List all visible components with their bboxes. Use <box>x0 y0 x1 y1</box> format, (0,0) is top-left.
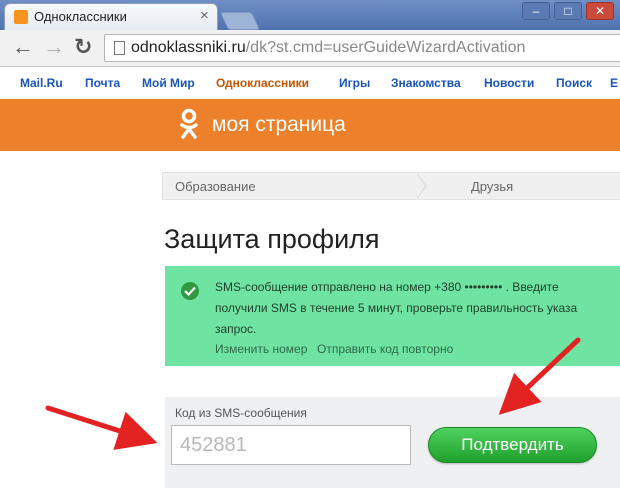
back-arrow-icon[interactable]: ← <box>12 36 34 58</box>
breadcrumb-step-friends[interactable]: Друзья <box>471 179 513 194</box>
sms-code-label: Код из SMS-сообщения <box>175 406 307 420</box>
portal-link-poisk[interactable]: Поиск <box>556 76 592 90</box>
sms-code-input[interactable] <box>171 425 411 465</box>
minimize-button[interactable]: – <box>522 2 550 20</box>
notice-text-line-1: SMS-сообщение отправлено на номер +380 •… <box>215 280 559 294</box>
url-path: /dk?st.cmd=userGuideWizardActivation <box>245 39 526 56</box>
browser-tab[interactable]: Одноклассники × <box>4 3 218 30</box>
page-icon <box>114 41 125 55</box>
close-window-button[interactable]: ✕ <box>586 2 614 20</box>
url-domain: odnoklassniki.ru <box>131 39 246 56</box>
portal-link-mailru[interactable]: Mail.Ru <box>20 76 63 90</box>
notice-text-line-3: запрос. <box>215 322 257 336</box>
forward-arrow-icon[interactable]: → <box>43 36 65 58</box>
sms-sent-notice: SMS-сообщение отправлено на номер +380 •… <box>165 266 620 366</box>
window-controls: – □ ✕ <box>522 2 614 20</box>
page-title: Защита профиля <box>164 224 380 254</box>
url-text[interactable]: odnoklassniki.ru/dk?st.cmd=userGuideWiza… <box>131 39 525 57</box>
portal-link-more[interactable]: Е <box>610 76 618 90</box>
portal-link-pochta[interactable]: Почта <box>85 76 120 90</box>
sms-code-form: Код из SMS-сообщения Подтвердить <box>165 397 620 488</box>
browser-toolbar: ← → ↻ odnoklassniki.ru/dk?st.cmd=userGui… <box>0 30 620 67</box>
tab-title: Одноклассники <box>34 9 127 24</box>
arrow-to-code-input <box>45 405 158 450</box>
portal-link-moy-mir[interactable]: Мой Мир <box>142 76 195 90</box>
address-bar[interactable]: odnoklassniki.ru/dk?st.cmd=userGuideWiza… <box>104 34 620 62</box>
change-number-link[interactable]: Изменить номер <box>215 342 307 356</box>
odnoklassniki-favicon-icon <box>14 10 28 24</box>
portal-navigation: Mail.Ru Почта Мой Мир Одноклассники Игры… <box>0 67 620 100</box>
portal-link-novosti[interactable]: Новости <box>484 76 534 90</box>
portal-link-igry[interactable]: Игры <box>339 76 370 90</box>
confirm-button[interactable]: Подтвердить <box>428 427 597 463</box>
portal-link-odnoklassniki[interactable]: Одноклассники <box>216 76 309 90</box>
odnoklassniki-logo-icon[interactable] <box>178 108 200 145</box>
resend-code-link[interactable]: Отправить код повторно <box>317 342 453 356</box>
wizard-breadcrumb: Образование Друзья <box>162 172 620 200</box>
new-tab-button[interactable] <box>219 12 261 30</box>
tab-close-icon[interactable]: × <box>200 7 209 24</box>
reload-icon[interactable]: ↻ <box>74 36 92 58</box>
site-header: моя страница <box>0 99 620 151</box>
breadcrumb-step-education[interactable]: Образование <box>175 179 256 194</box>
browser-tab-strip: Одноклассники × – □ ✕ <box>0 0 620 30</box>
maximize-button[interactable]: □ <box>554 2 582 20</box>
portal-link-znakomstva[interactable]: Знакомства <box>391 76 461 90</box>
my-page-link[interactable]: моя страница <box>212 113 346 137</box>
breadcrumb-separator-inner <box>416 173 425 199</box>
notice-text-line-2: получили SMS в течение 5 минут, проверьт… <box>215 301 578 315</box>
check-circle-icon <box>181 282 199 300</box>
